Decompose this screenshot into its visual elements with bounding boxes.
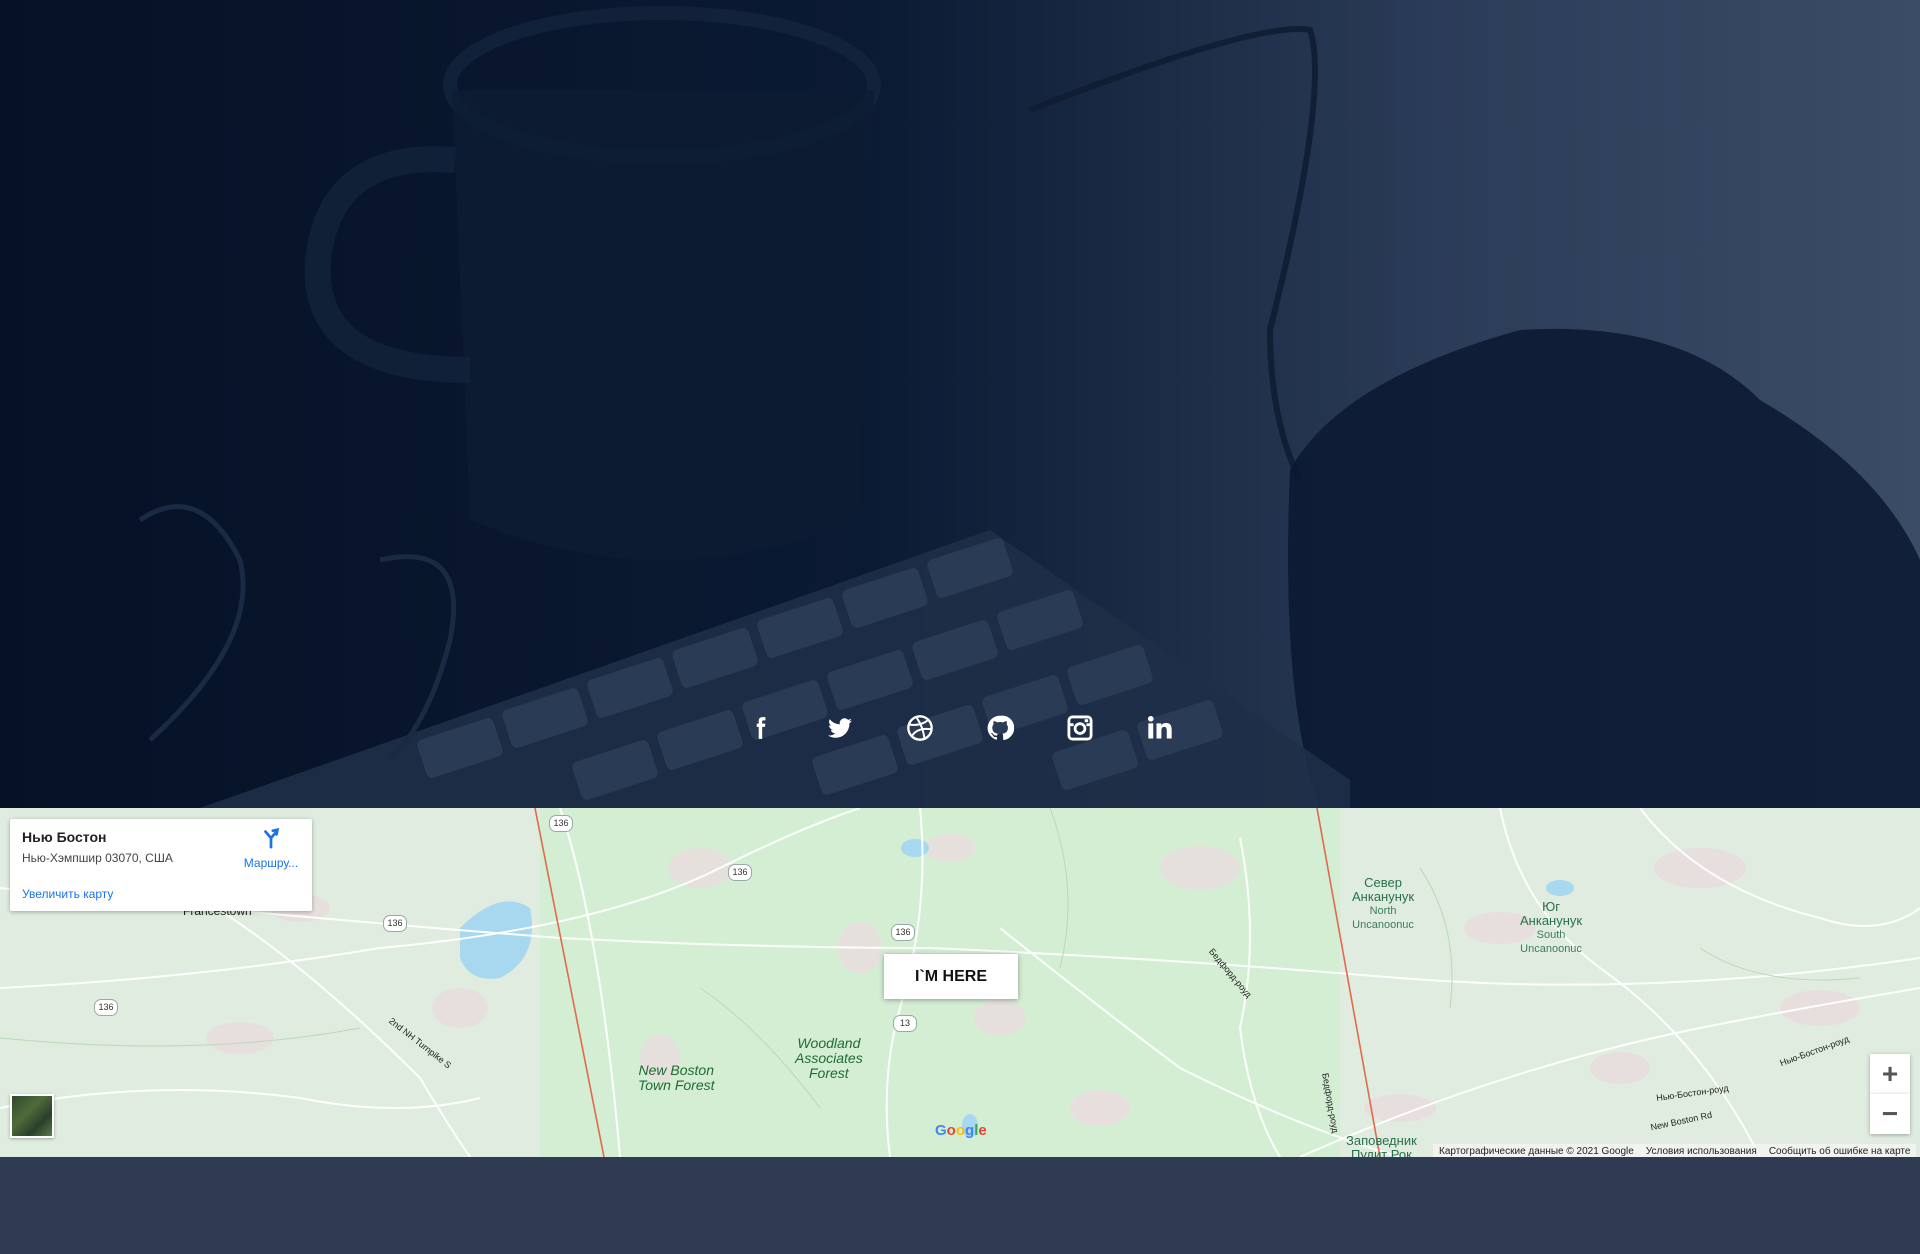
linkedin-icon[interactable] <box>1140 708 1180 748</box>
place-label-line: Forest <box>809 1065 849 1081</box>
google-letter: e <box>978 1122 987 1139</box>
directions-icon <box>264 827 280 849</box>
place-label-line: New Boston <box>638 1062 714 1078</box>
place-label-line: Uncanoonuc <box>1520 943 1582 955</box>
place-label-line: Woodland <box>797 1035 861 1051</box>
place-label: Woodland Associates Forest <box>795 1036 863 1081</box>
footer <box>0 1157 1920 1254</box>
location-marker-label[interactable]: I`M HERE <box>884 954 1018 999</box>
google-letter: o <box>946 1122 956 1139</box>
place-label-line: Пудит Рок <box>1350 1147 1412 1158</box>
place-label: Юг Анканунук South Uncanoonuc <box>1520 900 1582 956</box>
report-error-link[interactable]: Сообщить об ошибке на карте <box>1769 1146 1911 1157</box>
google-logo: Google <box>935 1122 987 1139</box>
hero-background-photo <box>138 6 1920 808</box>
instagram-icon[interactable] <box>1060 708 1100 748</box>
hero-section <box>0 0 1920 808</box>
route-shield: 136 <box>549 815 573 832</box>
route-shield: 136 <box>891 924 915 941</box>
zoom-out-button[interactable]: − <box>1870 1094 1910 1134</box>
google-letter: o <box>955 1122 966 1139</box>
place-label-line: Анканунук <box>1352 889 1415 904</box>
place-label-line: Uncanoonuc <box>1352 919 1414 931</box>
google-letter: g <box>965 1122 975 1139</box>
map-data-credit: Картографические данные © 2021 Google <box>1439 1145 1634 1157</box>
google-letter: G <box>935 1122 947 1139</box>
place-label-line: Town Forest <box>638 1077 715 1093</box>
place-label-line: Анканунук <box>1520 913 1583 928</box>
place-label-line: Заповедник <box>1346 1133 1417 1148</box>
place-label: New Boston Town Forest <box>638 1063 715 1093</box>
zoom-in-button[interactable]: + <box>1870 1054 1910 1094</box>
place-label-line: North <box>1369 905 1397 917</box>
place-label: Заповедник Пудит Рок <box>1346 1133 1417 1158</box>
place-label-line: Север <box>1364 875 1402 890</box>
directions-label: Маршру... <box>243 856 299 870</box>
place-label-line: Юг <box>1542 899 1560 914</box>
place-address: Нью-Хэмпшир 03070, США <box>22 851 173 865</box>
place-title: Нью Бостон <box>22 829 107 845</box>
terms-link[interactable]: Условия использования <box>1646 1146 1757 1157</box>
social-links <box>0 708 1920 748</box>
place-label: Север Анканунук North Uncanoonuc <box>1352 876 1414 932</box>
place-label-line: South <box>1536 929 1566 941</box>
place-label-line: Associates <box>795 1050 863 1066</box>
directions-button[interactable]: Маршру... <box>236 827 306 870</box>
map-attribution: Картографические данные © 2021 Google Ус… <box>1433 1144 1917 1158</box>
route-shield: 136 <box>383 915 407 932</box>
satellite-toggle[interactable] <box>10 1094 54 1138</box>
route-shield: 136 <box>94 999 118 1016</box>
facebook-icon[interactable] <box>740 708 780 748</box>
github-icon[interactable] <box>980 708 1020 748</box>
route-shield: 13 <box>893 1015 917 1032</box>
map-info-card: Нью Бостон Нью-Хэмпшир 03070, США Маршру… <box>10 819 312 911</box>
route-shield: 136 <box>728 864 752 881</box>
dribbble-icon[interactable] <box>900 708 940 748</box>
twitter-icon[interactable] <box>820 708 860 748</box>
enlarge-map-link[interactable]: Увеличить карту <box>22 887 113 901</box>
